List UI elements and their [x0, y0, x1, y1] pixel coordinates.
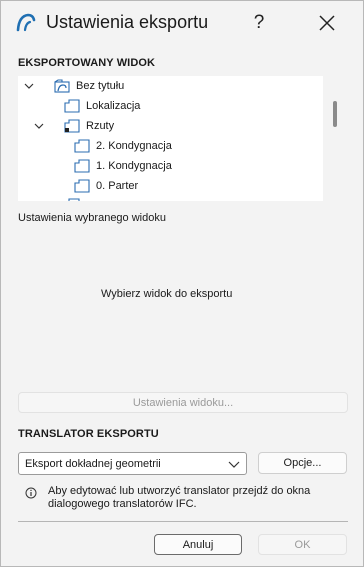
footer-divider [18, 521, 348, 522]
export-settings-dialog: Ustawienia eksportu ? EKSPORTOWANY WIDOK… [0, 0, 364, 567]
translator-selected-value: Eksport dokładnej geometrii [25, 458, 161, 470]
chevron-down-icon[interactable] [23, 80, 35, 92]
translator-select[interactable]: Eksport dokładnej geometrii [18, 452, 247, 475]
help-button[interactable]: ? [247, 9, 271, 37]
view-tree[interactable]: Bez tytułu Lokalizacja Rzuty 2. Kondygna… [18, 76, 323, 201]
translator-heading: TRANSLATOR EKSPORTU [18, 428, 159, 440]
tree-item-bez-tytulu[interactable]: Bez tytułu [18, 76, 323, 96]
translator-info-text: Aby edytować lub utworzyć translator prz… [48, 485, 311, 510]
tree-item-label: 0. Parter [96, 180, 139, 192]
tree-item-partial[interactable] [18, 196, 323, 201]
app-logo-icon [16, 13, 36, 32]
view-icon [74, 159, 90, 173]
tree-item-rzuty[interactable]: Rzuty [18, 116, 323, 136]
tree-item-2-kondygnacja[interactable]: 2. Kondygnacja [18, 136, 323, 156]
project-icon [54, 79, 70, 93]
info-icon [25, 487, 37, 499]
select-view-placeholder: Wybierz widok do eksportu [101, 288, 233, 300]
close-icon[interactable] [313, 9, 341, 37]
ok-button[interactable]: OK [258, 534, 347, 555]
window-title: Ustawienia eksportu [46, 12, 209, 32]
chevron-down-icon [228, 461, 240, 468]
folder-view-icon [64, 119, 80, 133]
cancel-button[interactable]: Anuluj [154, 534, 242, 555]
view-settings-button[interactable]: Ustawienia widoku... [18, 392, 348, 413]
translator-options-button[interactable]: Opcje... [258, 452, 347, 474]
view-icon [74, 139, 90, 153]
tree-item-lokalizacja[interactable]: Lokalizacja [18, 96, 323, 116]
tree-item-label: 1. Kondygnacja [96, 160, 172, 172]
view-icon [68, 198, 80, 201]
view-icon [74, 179, 90, 193]
tree-item-1-kondygnacja[interactable]: 1. Kondygnacja [18, 156, 323, 176]
view-icon [64, 99, 80, 113]
tree-item-0-parter[interactable]: 0. Parter [18, 176, 323, 196]
tree-item-label: Bez tytułu [76, 80, 125, 92]
selected-view-heading: Ustawienia wybranego widoku [18, 212, 166, 224]
tree-item-label: 2. Kondygnacja [96, 140, 172, 152]
tree-scrollbar-thumb[interactable] [333, 101, 337, 127]
tree-item-label: Rzuty [86, 120, 115, 132]
chevron-down-icon[interactable] [33, 120, 45, 132]
export-view-heading: EKSPORTOWANY WIDOK [18, 57, 156, 69]
title-bar: Ustawienia eksportu ? [1, 1, 363, 45]
tree-item-label: Lokalizacja [86, 100, 141, 112]
